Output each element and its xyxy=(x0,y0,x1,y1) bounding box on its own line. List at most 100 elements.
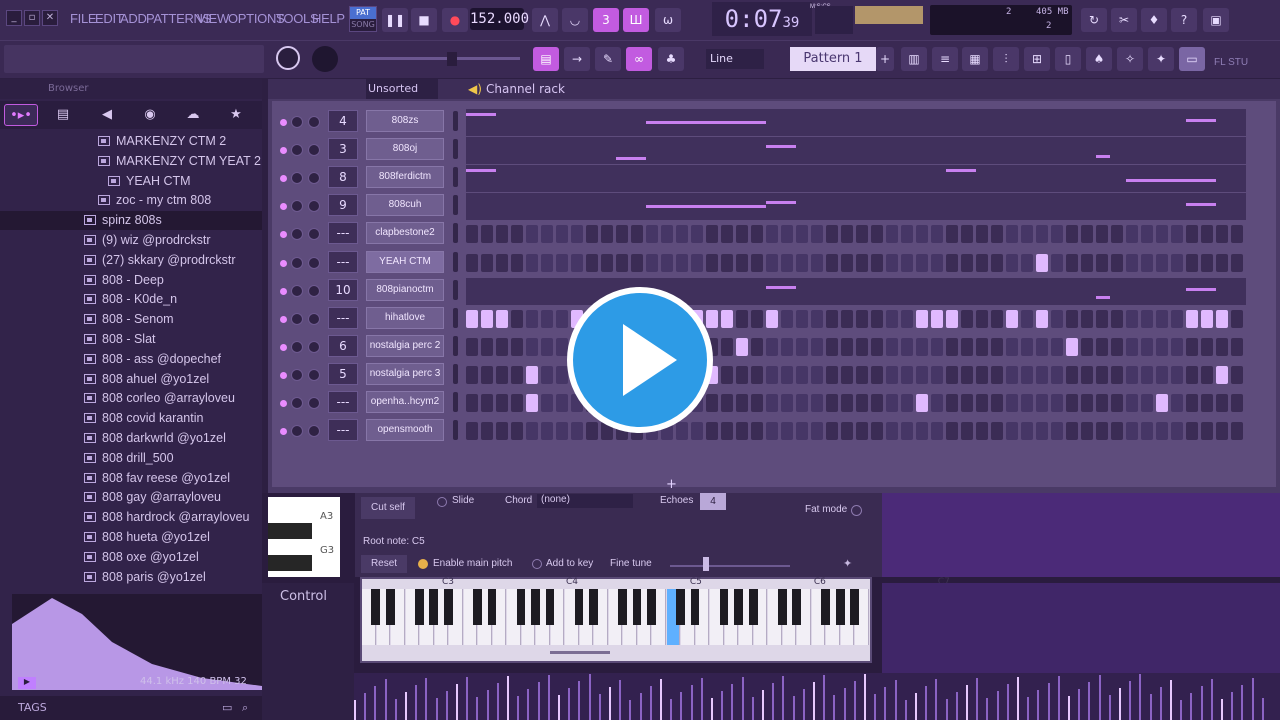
step-button[interactable] xyxy=(946,394,958,412)
volume-knob[interactable] xyxy=(308,256,320,269)
step-button[interactable] xyxy=(616,253,628,272)
step-button[interactable] xyxy=(1021,365,1033,384)
browser-item[interactable]: 808 hueta @yo1zel xyxy=(0,528,210,547)
step-button[interactable] xyxy=(871,225,883,244)
step-button[interactable] xyxy=(1096,422,1108,441)
step-button[interactable] xyxy=(961,337,973,356)
step-button[interactable] xyxy=(1081,225,1093,244)
event-bar[interactable] xyxy=(874,694,877,720)
channel-led[interactable] xyxy=(280,175,287,183)
refresh-icon[interactable]: ↻ xyxy=(1081,8,1107,32)
step-button[interactable] xyxy=(481,225,493,244)
black-key[interactable] xyxy=(385,589,395,625)
step-button[interactable] xyxy=(976,422,988,441)
channel-led[interactable] xyxy=(280,203,287,211)
pan-knob[interactable] xyxy=(291,228,303,241)
step-button[interactable] xyxy=(1006,225,1018,244)
master-slider-handle[interactable] xyxy=(447,52,457,66)
event-bar[interactable] xyxy=(1159,687,1162,720)
event-bar[interactable] xyxy=(1078,689,1081,720)
step-button[interactable] xyxy=(466,225,478,244)
tab-cloud-icon[interactable]: ☁ xyxy=(176,104,210,126)
event-bar[interactable] xyxy=(445,691,448,720)
step-button[interactable] xyxy=(466,422,478,441)
step-button[interactable] xyxy=(916,337,928,356)
step-button[interactable] xyxy=(1126,309,1138,328)
echoes-value[interactable]: 4 xyxy=(700,493,726,510)
step-button[interactable] xyxy=(841,365,853,384)
step-button[interactable] xyxy=(511,394,523,412)
step-button[interactable] xyxy=(466,394,478,412)
step-button[interactable] xyxy=(856,225,868,244)
step-button[interactable] xyxy=(691,253,703,272)
step-button[interactable] xyxy=(946,337,958,356)
step-button[interactable] xyxy=(481,365,493,384)
pan-knob[interactable] xyxy=(291,397,303,409)
step-button[interactable] xyxy=(1096,394,1108,412)
event-bar[interactable] xyxy=(1200,686,1203,720)
step-button[interactable] xyxy=(706,225,718,244)
browser-item[interactable]: (9) wiz @prodrckstr xyxy=(0,231,211,250)
step-button[interactable] xyxy=(946,422,958,441)
step-button[interactable] xyxy=(871,309,883,328)
step-button[interactable] xyxy=(1111,225,1123,244)
browser-item[interactable]: 808 gay @arrayloveu xyxy=(0,488,221,507)
step-button[interactable] xyxy=(1081,253,1093,272)
step-button[interactable] xyxy=(706,422,718,441)
step-button[interactable] xyxy=(916,365,928,384)
step-button[interactable] xyxy=(796,309,808,328)
step-button[interactable] xyxy=(466,309,478,328)
step-button[interactable] xyxy=(931,309,943,328)
step-button[interactable] xyxy=(901,337,913,356)
step-button[interactable] xyxy=(541,394,553,412)
step-button[interactable] xyxy=(961,225,973,244)
channel-select-indicator[interactable] xyxy=(453,279,458,300)
event-bar[interactable] xyxy=(507,676,509,720)
microphone-icon[interactable]: ♦ xyxy=(1141,8,1167,32)
step-button[interactable] xyxy=(901,394,913,412)
step-button[interactable] xyxy=(1111,422,1123,441)
step-button[interactable] xyxy=(766,365,778,384)
step-button[interactable] xyxy=(766,225,778,244)
step-button[interactable] xyxy=(1171,337,1183,356)
black-key[interactable] xyxy=(589,589,598,625)
event-bar[interactable] xyxy=(792,696,795,720)
step-button[interactable] xyxy=(736,253,748,272)
pan-knob[interactable] xyxy=(291,284,303,297)
step-button[interactable] xyxy=(1006,309,1018,328)
tempo-display[interactable]: 152.000 xyxy=(470,8,529,30)
piano-roll-preview[interactable] xyxy=(466,137,1246,165)
step-button[interactable] xyxy=(826,253,838,272)
browser-item[interactable]: 808 covid karantin xyxy=(0,409,203,428)
step-button[interactable] xyxy=(1021,225,1033,244)
record-button[interactable]: ● xyxy=(442,8,468,32)
step-button[interactable] xyxy=(1156,337,1168,356)
step-button[interactable] xyxy=(916,394,928,412)
step-button[interactable] xyxy=(1126,225,1138,244)
event-bar[interactable] xyxy=(945,699,948,720)
event-bar[interactable] xyxy=(884,687,887,720)
browser-item[interactable]: 808 oxe @yo1zel xyxy=(0,548,199,567)
step-button[interactable] xyxy=(811,422,823,441)
black-key[interactable] xyxy=(734,589,743,625)
step-button[interactable] xyxy=(496,365,508,384)
step-button[interactable] xyxy=(811,337,823,356)
step-button[interactable] xyxy=(1021,422,1033,441)
step-button[interactable] xyxy=(1021,337,1033,356)
channel-led[interactable] xyxy=(280,231,287,239)
step-button[interactable] xyxy=(691,225,703,244)
step-button[interactable] xyxy=(541,253,553,272)
step-button[interactable] xyxy=(886,337,898,356)
event-bar[interactable] xyxy=(966,685,968,720)
event-bar[interactable] xyxy=(639,693,642,720)
step-button[interactable] xyxy=(1141,225,1153,244)
step-button[interactable] xyxy=(1051,365,1063,384)
pan-knob[interactable] xyxy=(291,200,303,213)
step-button[interactable] xyxy=(961,422,973,441)
piano-roll-preview[interactable] xyxy=(466,165,1246,193)
file-icon[interactable]: ▯ xyxy=(1055,47,1081,71)
event-bar[interactable] xyxy=(466,677,469,720)
step-button[interactable] xyxy=(1231,253,1243,272)
step-button[interactable] xyxy=(976,309,988,328)
step-button[interactable] xyxy=(1186,309,1198,328)
